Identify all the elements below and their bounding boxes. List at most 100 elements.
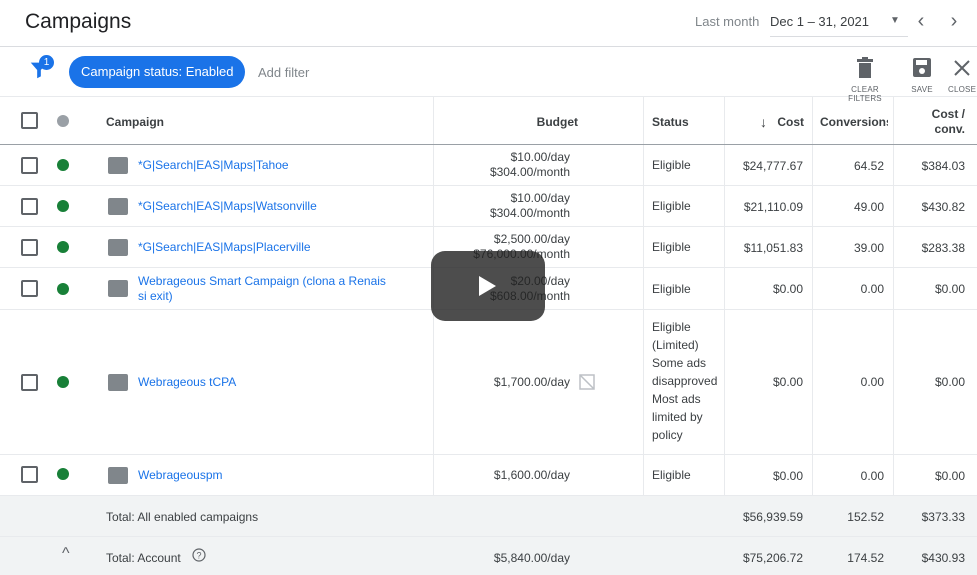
cost-per-conv-value: $384.03 xyxy=(921,159,965,173)
cost-per-conv-value: $0.00 xyxy=(934,282,965,296)
save-button[interactable]: SAVE xyxy=(908,57,936,94)
row-checkbox[interactable] xyxy=(21,198,38,215)
close-label: CLOSE xyxy=(948,85,977,94)
search-campaign-icon xyxy=(108,374,128,391)
cost-per-conv-value: $283.38 xyxy=(921,241,965,255)
status-value: Eligible xyxy=(652,240,691,254)
date-range-label: Last month xyxy=(695,14,760,29)
campaign-link[interactable]: Webrageous Smart Campaign (clona a Renai… xyxy=(138,274,386,289)
row-checkbox[interactable] xyxy=(21,157,38,174)
smart-campaign-icon xyxy=(108,280,128,297)
campaign-link[interactable]: *G|Search|EAS|Maps|Placerville xyxy=(138,240,311,255)
cost-per-conv-value: $0.00 xyxy=(934,375,965,389)
chevron-left-icon[interactable]: ‹ xyxy=(912,10,930,33)
chevron-right-icon[interactable]: › xyxy=(945,10,963,33)
smart-campaign-icon xyxy=(108,239,128,256)
column-header-cost-per-conv-line2: conv. xyxy=(934,122,965,136)
column-header-cost-per-conv[interactable]: Cost / xyxy=(894,107,965,121)
status-value: Eligible xyxy=(652,468,691,482)
status-value: Eligible xyxy=(652,199,691,213)
campaign-link[interactable]: *G|Search|EAS|Maps|Tahoe xyxy=(138,158,289,173)
conversions-value: 39.00 xyxy=(853,241,884,255)
table-header-row: Campaign Budget Status ↓ Cost Conversion… xyxy=(0,97,977,145)
add-filter-button[interactable]: Add filter xyxy=(258,65,309,80)
video-play-button[interactable] xyxy=(431,251,545,321)
cost-value: $21,110.09 xyxy=(743,200,803,214)
help-icon[interactable]: ? xyxy=(192,548,206,562)
campaign-status-filter-chip[interactable]: Campaign status: Enabled xyxy=(69,56,246,88)
conversions-value: 0.00 xyxy=(860,282,884,296)
status-dot-header xyxy=(57,115,69,127)
budget-monthly: $304.00/month xyxy=(489,206,570,220)
status-enabled-dot xyxy=(57,159,69,171)
cost-value: $0.00 xyxy=(772,469,803,483)
total-label: Total: All enabled campaigns xyxy=(106,510,259,524)
status-enabled-dot xyxy=(57,200,69,212)
campaign-link[interactable]: *G|Search|EAS|Maps|Watsonville xyxy=(138,199,317,214)
cost-value: $0.00 xyxy=(772,282,803,296)
total-conversions: 174.52 xyxy=(847,551,884,565)
campaign-link-line2[interactable]: si exit) xyxy=(138,289,173,304)
budget-monthly: $304.00/month xyxy=(489,165,570,179)
status-enabled-dot xyxy=(57,241,69,253)
play-icon xyxy=(479,276,496,296)
row-checkbox[interactable] xyxy=(21,280,38,297)
total-cost: $75,206.72 xyxy=(742,551,803,565)
close-button[interactable]: CLOSE xyxy=(948,57,976,94)
save-icon xyxy=(913,58,931,77)
row-checkbox[interactable] xyxy=(21,466,38,483)
caret-down-icon[interactable]: ▼ xyxy=(890,15,900,26)
status-line-3: Some ads xyxy=(652,356,707,370)
no-image-icon xyxy=(579,374,595,390)
budget-daily: $10.00/day xyxy=(510,150,570,164)
date-range-select[interactable]: Dec 1 – 31, 2021 xyxy=(770,14,869,29)
date-range-underline xyxy=(770,36,908,37)
budget-daily: $10.00/day xyxy=(510,191,570,205)
trash-icon xyxy=(857,57,873,78)
total-label: Total: Account xyxy=(106,551,181,565)
smart-campaign-icon xyxy=(108,157,128,174)
total-cost-per-conv: $430.93 xyxy=(921,551,965,565)
table-row[interactable]: Webrageous tCPA $1,700.00/day Eligible (… xyxy=(0,310,977,455)
status-line-1: Eligible xyxy=(652,320,691,334)
total-row-enabled: Total: All enabled campaigns $56,939.59 … xyxy=(0,496,977,537)
status-line-5: Most ads xyxy=(652,392,701,406)
status-enabled-dot xyxy=(57,468,69,480)
cost-value: $24,777.67 xyxy=(742,159,803,173)
table-row[interactable]: *G|Search|EAS|Maps|Tahoe $10.00/day $304… xyxy=(0,145,977,186)
page-header: Campaigns Last month Dec 1 – 31, 2021 ▼ … xyxy=(0,0,977,47)
page-title: Campaigns xyxy=(25,10,132,33)
campaign-link[interactable]: Webrageous tCPA xyxy=(138,375,236,390)
status-value: Eligible xyxy=(652,282,691,296)
svg-text:?: ? xyxy=(196,551,201,561)
column-header-campaign[interactable]: Campaign xyxy=(106,115,164,129)
column-header-budget[interactable]: Budget xyxy=(434,115,578,129)
conversions-value: 64.52 xyxy=(853,159,884,173)
chevron-up-icon[interactable]: ^ xyxy=(62,545,70,563)
performance-max-campaign-icon xyxy=(108,467,128,484)
status-enabled-dot xyxy=(57,376,69,388)
status-value: Eligible xyxy=(652,158,691,172)
total-budget: $5,840.00/day xyxy=(493,551,570,565)
total-row-account: ^ Total: Account ? $5,840.00/day $75,206… xyxy=(0,537,977,575)
table-row[interactable]: *G|Search|EAS|Maps|Watsonville $10.00/da… xyxy=(0,186,977,227)
status-line-6: limited by xyxy=(652,410,703,424)
budget-daily: $1,600.00/day xyxy=(493,468,570,482)
column-header-conversions[interactable]: Conversions xyxy=(820,115,888,129)
column-header-status[interactable]: Status xyxy=(652,115,689,129)
select-all-checkbox[interactable] xyxy=(21,112,38,129)
row-checkbox[interactable] xyxy=(21,239,38,256)
cost-per-conv-value: $430.82 xyxy=(921,200,965,214)
campaign-link[interactable]: Webrageouspm xyxy=(138,468,223,483)
save-label: SAVE xyxy=(911,85,933,94)
cost-per-conv-value: $0.00 xyxy=(934,469,965,483)
conversions-value: 0.00 xyxy=(860,375,884,389)
conversions-value: 49.00 xyxy=(853,200,884,214)
column-header-cost[interactable]: Cost xyxy=(725,115,804,129)
budget-daily: $2,500.00/day xyxy=(493,232,570,246)
table-row[interactable]: Webrageouspm $1,600.00/day Eligible $0.0… xyxy=(0,455,977,496)
conversions-value: 0.00 xyxy=(860,469,884,483)
row-checkbox[interactable] xyxy=(21,374,38,391)
status-line-2: (Limited) xyxy=(652,338,699,352)
filter-bar: 1 Campaign status: Enabled Add filter CL… xyxy=(0,47,977,103)
